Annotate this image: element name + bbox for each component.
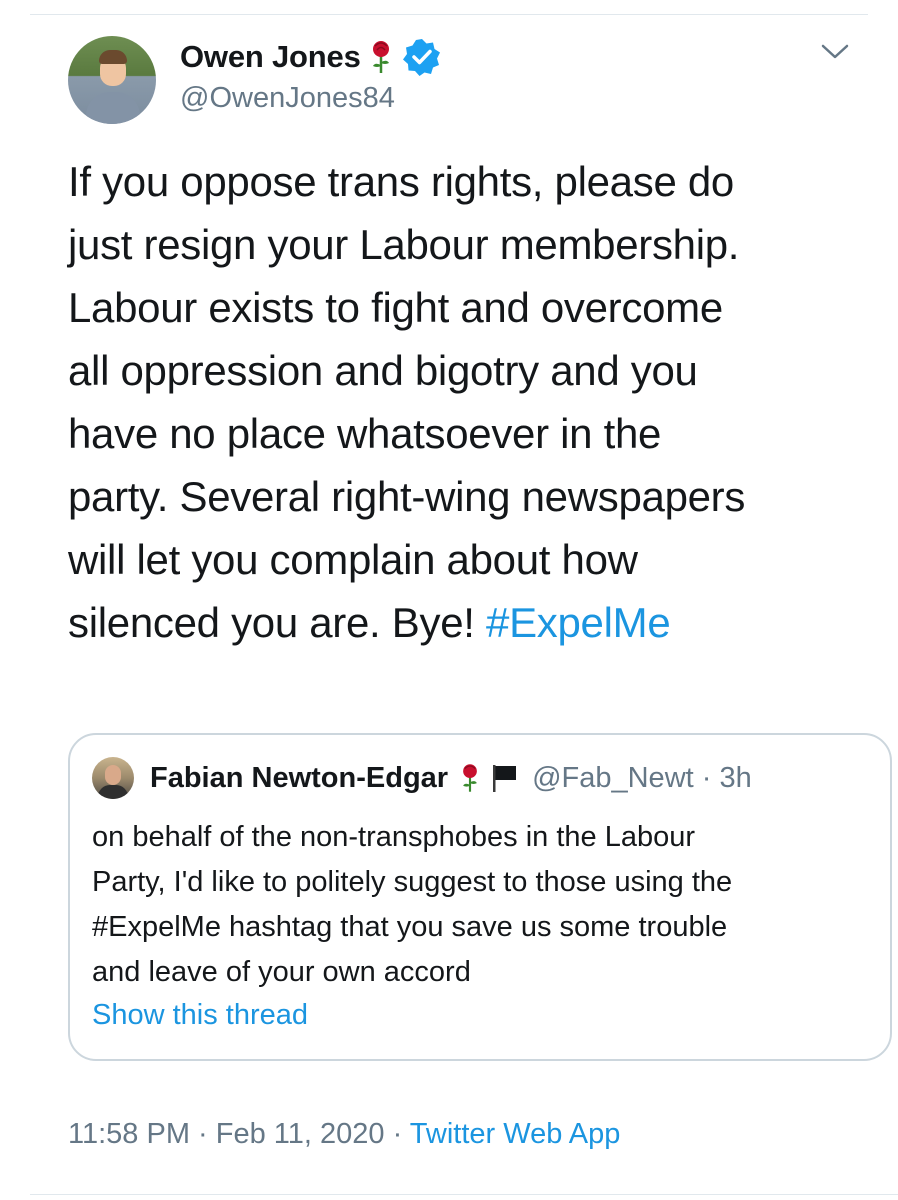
tweet-date[interactable]: Feb 11, 2020 xyxy=(216,1118,385,1150)
tweet-line: If you oppose trans rights, please do xyxy=(68,158,734,205)
show-thread-link[interactable]: Show this thread xyxy=(92,999,308,1032)
quoted-tweet-card[interactable]: Fabian Newton-Edgar @Fab_Newt · 3h on be… xyxy=(68,733,892,1061)
author-name-row[interactable]: Owen Jones xyxy=(180,38,441,76)
tweet-line: will let you complain about how xyxy=(68,536,638,583)
tweet-line: Labour exists to fight and overcome xyxy=(68,284,723,331)
meta-separator: · xyxy=(189,1118,216,1150)
verified-badge-icon xyxy=(402,39,440,76)
meta-separator: · xyxy=(384,1118,410,1150)
quoted-header: Fabian Newton-Edgar @Fab_Newt · 3h xyxy=(150,755,752,801)
author-avatar[interactable] xyxy=(68,36,156,124)
chevron-down-icon[interactable] xyxy=(820,42,850,62)
tweet-time[interactable]: 11:58 PM xyxy=(68,1118,190,1150)
red-rose-icon xyxy=(463,764,477,792)
quoted-author-avatar[interactable] xyxy=(92,757,134,799)
top-divider xyxy=(30,14,868,15)
red-rose-icon xyxy=(372,41,389,73)
quoted-author-handle[interactable]: @Fab_Newt · 3h xyxy=(532,762,752,795)
tweet-line: party. Several right-wing newspapers xyxy=(68,473,746,520)
tweet-metadata: 11:58 PM · Feb 11, 2020 · Twitter Web Ap… xyxy=(68,1118,620,1151)
author-name[interactable]: Owen Jones xyxy=(180,39,361,75)
quoted-tweet-text: on behalf of the non-transphobes in the … xyxy=(92,821,733,988)
tweet-line: all oppression and bigotry and you xyxy=(68,347,698,394)
hashtag-link[interactable]: #ExpelMe xyxy=(486,599,671,646)
bottom-divider xyxy=(30,1194,898,1195)
author-handle[interactable]: @OwenJones84 xyxy=(180,82,395,115)
tweet-text: If you oppose trans rights, please do ju… xyxy=(68,150,878,654)
black-flag-icon xyxy=(493,765,517,792)
tweet-source-link[interactable]: Twitter Web App xyxy=(410,1118,621,1150)
tweet-line: just resign your Labour membership. xyxy=(68,221,740,268)
tweet-line: have no place whatsoever in the xyxy=(68,410,662,457)
quoted-author-name[interactable]: Fabian Newton-Edgar xyxy=(150,762,448,795)
tweet-line: silenced you are. Bye! xyxy=(68,599,487,646)
